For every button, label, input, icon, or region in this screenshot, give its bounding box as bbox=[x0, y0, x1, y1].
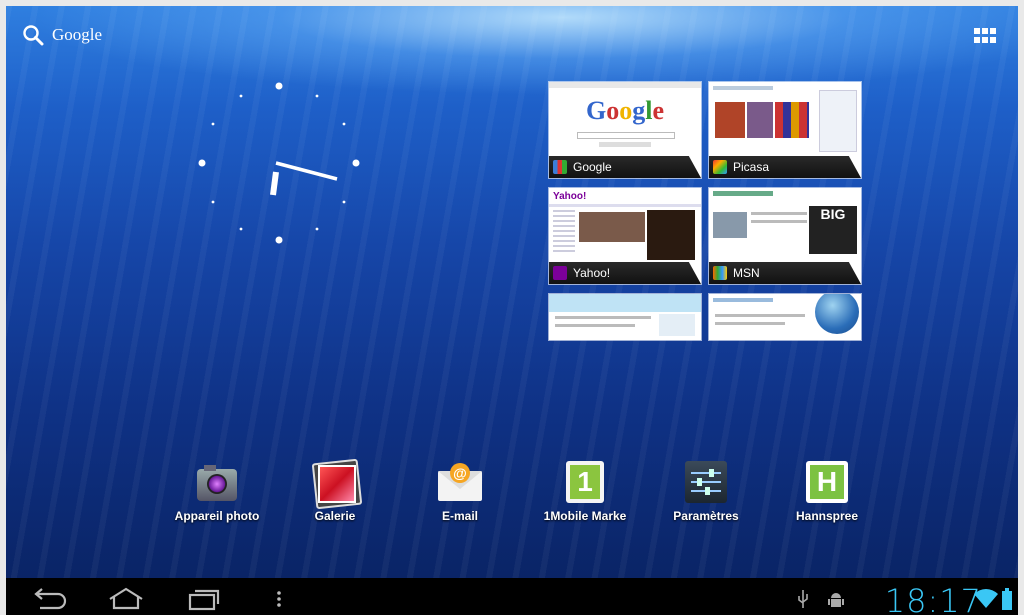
bookmark-thumbnail: Yahoo! bbox=[549, 188, 701, 262]
minute-hand bbox=[275, 161, 338, 181]
1mobile-market-icon: 1 bbox=[562, 459, 608, 505]
search-icon bbox=[22, 24, 44, 46]
settings-icon bbox=[683, 459, 729, 505]
status-clock[interactable]: 18:17 bbox=[885, 582, 982, 615]
usb-icon bbox=[796, 590, 810, 615]
app-label: Hannspree bbox=[795, 509, 859, 523]
app-label: E-mail bbox=[441, 509, 478, 523]
app-label: Appareil photo bbox=[174, 509, 260, 523]
google-logo: Google bbox=[585, 96, 664, 125]
app-hannspree[interactable]: H Hannspree bbox=[772, 459, 882, 523]
bookmark-title: Picasa bbox=[733, 160, 770, 174]
app-label: Paramètres bbox=[673, 509, 739, 523]
recent-apps-icon[interactable] bbox=[184, 586, 224, 615]
clock-face bbox=[198, 82, 360, 244]
all-apps-grid-icon[interactable] bbox=[974, 28, 996, 44]
bookmark-thumbnail: BIG bbox=[709, 188, 861, 262]
analog-clock-widget[interactable] bbox=[196, 80, 362, 246]
bookmark-thumbnail: Google bbox=[549, 82, 701, 156]
google-favicon-icon bbox=[553, 160, 567, 174]
wifi-icon bbox=[974, 589, 998, 614]
menu-icon[interactable] bbox=[274, 586, 284, 615]
bookmark-google[interactable]: Google Google bbox=[549, 82, 701, 178]
bookmark-android[interactable] bbox=[709, 294, 861, 340]
system-bar: 18:17 bbox=[6, 578, 1018, 615]
bookmark-twitter[interactable] bbox=[549, 294, 701, 340]
hannspree-icon: H bbox=[804, 459, 850, 505]
bookmark-title: Google bbox=[573, 160, 612, 174]
bookmark-msn[interactable]: BIG MSN bbox=[709, 188, 861, 284]
home-icon[interactable] bbox=[106, 586, 146, 615]
app-email[interactable]: @ E-mail bbox=[405, 459, 515, 523]
bookmark-yahoo[interactable]: Yahoo! Yahoo! bbox=[549, 188, 701, 284]
app-1mobile-market[interactable]: 1 1Mobile Marke bbox=[530, 459, 640, 523]
picasa-favicon-icon bbox=[713, 160, 727, 174]
app-label: 1Mobile Marke bbox=[543, 509, 627, 523]
app-parametres[interactable]: Paramètres bbox=[651, 459, 761, 523]
android-debug-icon bbox=[828, 590, 844, 615]
msn-favicon-icon bbox=[713, 266, 727, 280]
google-search-widget[interactable]: Google bbox=[22, 24, 102, 46]
globe-icon bbox=[815, 294, 859, 334]
bookmark-title: Yahoo! bbox=[573, 266, 611, 280]
search-label: Google bbox=[52, 25, 103, 44]
hour-hand bbox=[270, 171, 279, 196]
gallery-icon bbox=[311, 458, 363, 510]
yahoo-favicon-icon bbox=[553, 266, 567, 280]
bookmark-thumbnail bbox=[709, 82, 861, 156]
back-icon[interactable] bbox=[30, 586, 70, 615]
bookmark-picasa[interactable]: Picasa bbox=[709, 82, 861, 178]
bookmark-title: MSN bbox=[733, 266, 760, 280]
app-galerie[interactable]: Galerie bbox=[280, 458, 390, 523]
msn-ad-badge: BIG bbox=[809, 206, 857, 254]
home-screen: Google Google Google Picasa Yahoo! Yahoo… bbox=[0, 0, 1024, 615]
email-icon: @ bbox=[437, 459, 483, 505]
camera-icon bbox=[194, 459, 240, 505]
app-label: Galerie bbox=[314, 509, 356, 523]
app-appareil-photo[interactable]: Appareil photo bbox=[162, 459, 272, 523]
battery-icon bbox=[1002, 588, 1012, 615]
